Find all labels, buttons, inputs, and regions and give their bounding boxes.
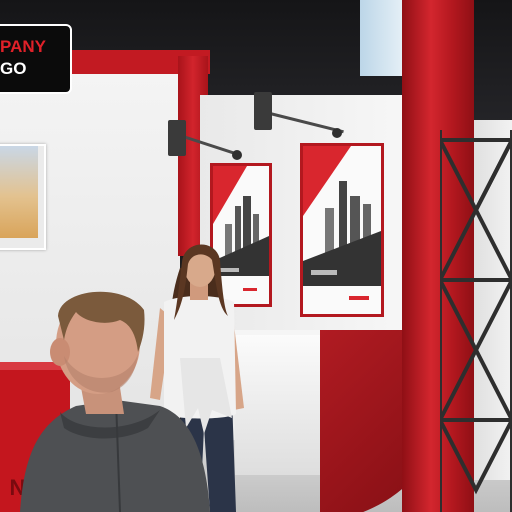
sign-line-2: GO (0, 59, 27, 78)
hanging-banner (360, 0, 402, 76)
metal-truss (440, 130, 512, 512)
poster-city-graphic (303, 146, 381, 314)
sign-line-1: PANY (0, 37, 46, 56)
company-sign: PANY GO (0, 24, 72, 94)
exhibition-booth-scene: PANY GO NY (0, 0, 512, 512)
man-figure (20, 291, 210, 512)
poster-right (300, 143, 384, 317)
display-screen-content (0, 146, 38, 238)
spotlight-icon (168, 120, 186, 156)
spotlight-icon (254, 92, 272, 130)
spotlight-mount (332, 128, 342, 138)
spotlight-mount (232, 150, 242, 160)
display-screen (0, 144, 46, 250)
